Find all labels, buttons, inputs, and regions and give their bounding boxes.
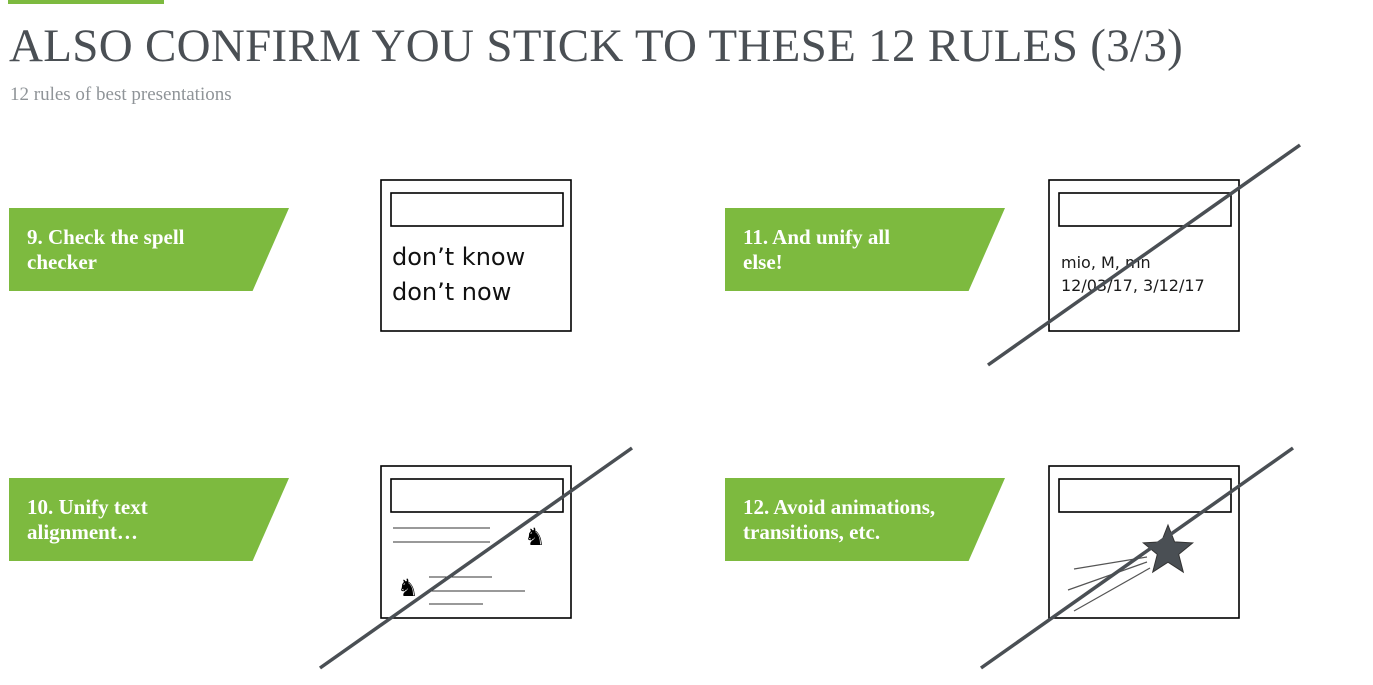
- cross-out-line: [318, 446, 634, 670]
- rule-10-banner: 10. Unify text alignment…: [9, 478, 289, 561]
- rule-11-label-line2: else!: [743, 250, 783, 274]
- cross-out-line: [979, 446, 1295, 670]
- spell-sample-line-2: don’t now: [392, 278, 512, 306]
- rule-11-banner: 11. And unify all else!: [725, 208, 1005, 291]
- motion-trail-lines: [1067, 556, 1151, 612]
- rule-9-label-line2: checker: [27, 250, 97, 274]
- rule-9-banner: 9. Check the spell checker: [9, 208, 289, 291]
- rule-12-label-line1: 12. Avoid animations,: [743, 495, 936, 519]
- rule-12-banner: 12. Avoid animations, transitions, etc.: [725, 478, 1005, 561]
- rule-12-slide-icon: [979, 446, 1295, 670]
- star-icon: [1141, 523, 1195, 574]
- chess-knight-icon: ♞: [524, 523, 546, 551]
- rule-10-label-line2: alignment…: [27, 520, 138, 544]
- format-sample-line-1: mio, M, mn: [1061, 253, 1151, 272]
- rule-10-slide-icon: ♞ ♞: [318, 446, 634, 670]
- slide-title: ALSO CONFIRM YOU STICK TO THESE 12 RULES…: [9, 20, 1184, 72]
- rule-10-label-line1: 10. Unify text: [27, 495, 148, 519]
- rule-12-label-line2: transitions, etc.: [743, 520, 881, 544]
- misaligned-text-lines: [393, 527, 525, 605]
- title-accent-bar: [8, 0, 164, 4]
- rule-11-label-line1: 11. And unify all: [743, 225, 891, 249]
- spell-sample-line-1: don’t know: [392, 243, 526, 271]
- chess-knight-icon: ♞: [397, 574, 419, 602]
- slide-subtitle: 12 rules of best presentations: [10, 84, 232, 105]
- format-sample-line-2: 12/03/17, 3/12/17: [1061, 276, 1205, 295]
- rule-9-label-line1: 9. Check the spell: [27, 225, 185, 249]
